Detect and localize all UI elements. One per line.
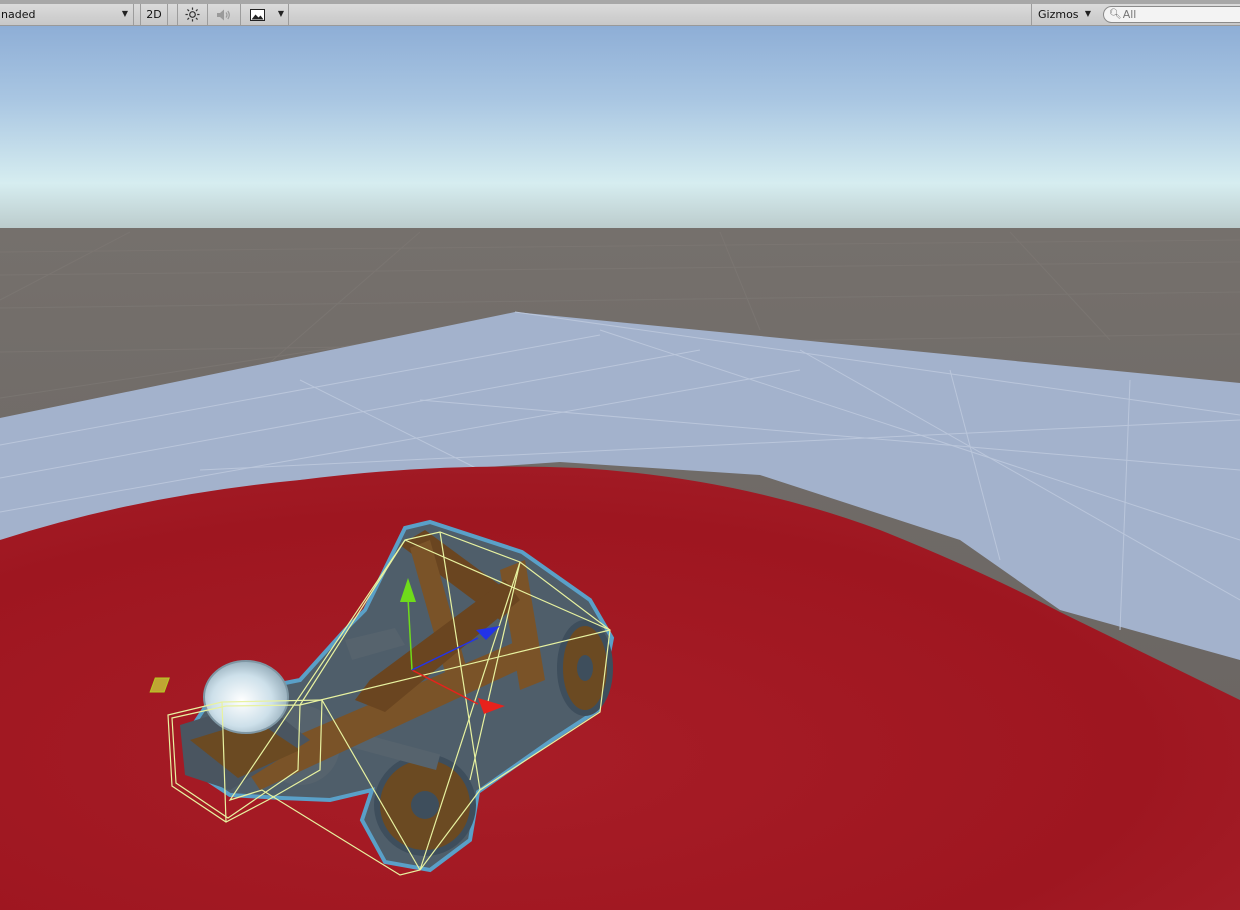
caret-down-icon: ▼ [1084,9,1091,18]
boulder [203,660,289,734]
hierarchy-search-field[interactable]: 🔍︎ [1103,6,1240,23]
shading-mode-label: naded [1,8,36,21]
toggle-2d-label: 2D [146,8,162,21]
toggle-2d-button[interactable]: 2D [140,4,168,25]
skybox [0,26,1240,236]
wheel-rear-hub [577,655,593,681]
scene-effects-dropdown[interactable]: ▼ [241,4,289,25]
scene-canvas[interactable] [0,26,1240,910]
sun-icon [185,7,200,22]
image-icon [250,8,265,21]
search-input[interactable] [1121,8,1233,21]
scene-lighting-toggle[interactable] [177,4,208,25]
gizmos-dropdown[interactable]: Gizmos ▼ [1031,4,1095,25]
scene-audio-toggle[interactable] [208,4,241,25]
gizmos-label: Gizmos [1038,8,1079,21]
magnifier-icon: 🔍︎ [1109,9,1122,20]
scene-viewport[interactable] [0,26,1240,910]
wheel-front-hub [411,791,439,819]
speaker-icon [217,9,230,20]
caret-down-icon: ▼ [277,9,284,18]
scene-toolbar: naded ▼ 2D ▼ Gizmos ▼ 🔍︎ All [0,0,1240,26]
caret-down-icon: ▼ [121,9,128,18]
shading-mode-dropdown[interactable]: naded ▼ [0,4,134,25]
